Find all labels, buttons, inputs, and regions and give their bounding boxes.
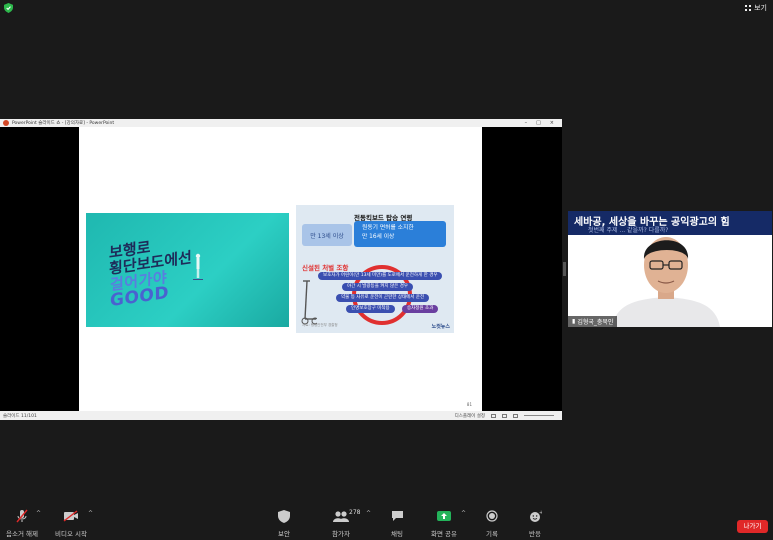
age-new-line1: 원동기 면허를 소지한: [362, 225, 414, 231]
view-label: 보기: [754, 4, 767, 12]
unmute-label: 음소거 해제: [6, 530, 38, 538]
rule-item: 야간 시 발광등을 켜지 않은 경우: [342, 283, 413, 291]
start-video-label: 비디오 시작: [55, 530, 87, 538]
video-camera-off-icon: [63, 510, 78, 522]
security-label: 보안: [278, 530, 290, 538]
security-button[interactable]: 보안: [272, 508, 296, 538]
mic-muted-icon: ▮: [572, 318, 576, 325]
share-screen-button[interactable]: 화면 공유: [428, 508, 460, 538]
reactions-label: 반응: [529, 530, 541, 538]
slide: 보행로 횡단보도에선 걸어가야 GOOD 전동킥보드 탑승 연령 만 13세 이…: [79, 127, 482, 411]
share-screen-label: 화면 공유: [431, 530, 457, 538]
grid-view-icon: [745, 5, 752, 11]
left-slide-image: 보행로 횡단보도에선 걸어가야 GOOD: [86, 213, 289, 327]
view-button[interactable]: 보기: [745, 3, 767, 13]
ppt-status-bar: 슬라이드 11/101 디스플레이 설정: [0, 411, 562, 420]
participants-options-chevron-icon[interactable]: ^: [366, 510, 371, 517]
chat-label: 채팅: [391, 530, 403, 538]
powerpoint-icon: [3, 120, 9, 126]
chat-button[interactable]: 채팅: [386, 508, 408, 538]
ppt-titlebar: PowerPoint 슬라이드 쇼 - [강의자료] - PowerPoint …: [0, 119, 562, 127]
right-slide-infographic: 전동킥보드 탑승 연령 만 13세 이상 원동기 면허를 소지한 만 16세 이…: [296, 205, 454, 333]
normal-view-icon[interactable]: [491, 413, 496, 418]
participant-person: [612, 237, 720, 327]
record-icon: [486, 510, 498, 522]
close-button[interactable]: ×: [550, 120, 554, 126]
rule-item: 인명보호장구 미착용: [346, 305, 395, 313]
reactions-button[interactable]: + 반응: [525, 508, 545, 539]
participants-icon: [333, 511, 349, 522]
share-options-chevron-icon[interactable]: ^: [461, 510, 466, 517]
leave-meeting-button[interactable]: 나가기: [737, 520, 768, 533]
slide-counter: 슬라이드 11/101: [3, 413, 37, 419]
scooter-rider-icon: [193, 253, 203, 280]
participant-name-tag: ▮ 김형국_충북인: [568, 316, 618, 327]
new-rules-heading: 신설된 처벌 조항: [302, 264, 349, 272]
participant-name: 김형국_충북인: [577, 319, 614, 326]
shared-screen: PowerPoint 슬라이드 쇼 - [강의자료] - PowerPoint …: [0, 119, 562, 420]
audio-options-chevron-icon[interactable]: ^: [36, 510, 41, 517]
security-shield-icon: [4, 3, 13, 13]
participants-label: 참가자: [332, 530, 350, 538]
age-new-line2: 만 16세 이상: [362, 234, 395, 240]
rule-item: 승차정원 초과: [402, 305, 439, 313]
rule-item: 약물 등 사유로 운전이 곤란한 상태에서 운전: [336, 294, 430, 302]
sorter-view-icon[interactable]: [502, 413, 507, 418]
display-settings-button[interactable]: 디스플레이 설정: [455, 413, 485, 419]
panel-resize-handle[interactable]: [563, 262, 566, 276]
smiley-icon: +: [529, 510, 542, 522]
microphone-muted-icon: [16, 509, 28, 523]
nocut-news-logo: 노컷뉴스: [431, 324, 450, 330]
security-icon: [278, 509, 290, 523]
minimize-button[interactable]: –: [525, 120, 528, 126]
scooter-icon: [301, 280, 317, 325]
record-label: 기록: [486, 530, 498, 538]
share-screen-icon: [437, 511, 451, 521]
record-button[interactable]: 기록: [482, 508, 502, 538]
reading-view-icon[interactable]: [513, 413, 518, 418]
svg-text:+: +: [539, 510, 542, 516]
video-options-chevron-icon[interactable]: ^: [88, 510, 93, 517]
slide-page-number: 81: [466, 402, 472, 407]
zoom-slider[interactable]: [524, 415, 554, 416]
maximize-button[interactable]: □: [536, 120, 541, 126]
age-new-box: 원동기 면허를 소지한 만 16세 이상: [354, 221, 446, 247]
start-video-button[interactable]: 비디오 시작: [52, 508, 90, 538]
participant-video[interactable]: 세바공, 세상을 바꾸는 공익광고의 힘 첫번째 주제 ... 같을까? 다를까…: [568, 211, 772, 327]
age-old-box: 만 13세 이상: [302, 224, 352, 246]
participants-count: 278: [349, 509, 361, 516]
rule-item: 보호자가 어린이(만 13세 미만)를 도로에서 운전하게 한 경우: [318, 272, 443, 280]
infographic-source: 자료: 행정안전부 경찰청: [302, 323, 338, 327]
ppt-window-title: PowerPoint 슬라이드 쇼 - [강의자료] - PowerPoint: [12, 121, 115, 126]
meeting-toolbar: 음소거 해제 ^ 비디오 시작 ^ 보안 참가자 278 ^ 채팅 화면 공유 …: [0, 508, 773, 540]
chat-icon: [391, 511, 403, 521]
unmute-button[interactable]: 음소거 해제: [4, 508, 40, 538]
